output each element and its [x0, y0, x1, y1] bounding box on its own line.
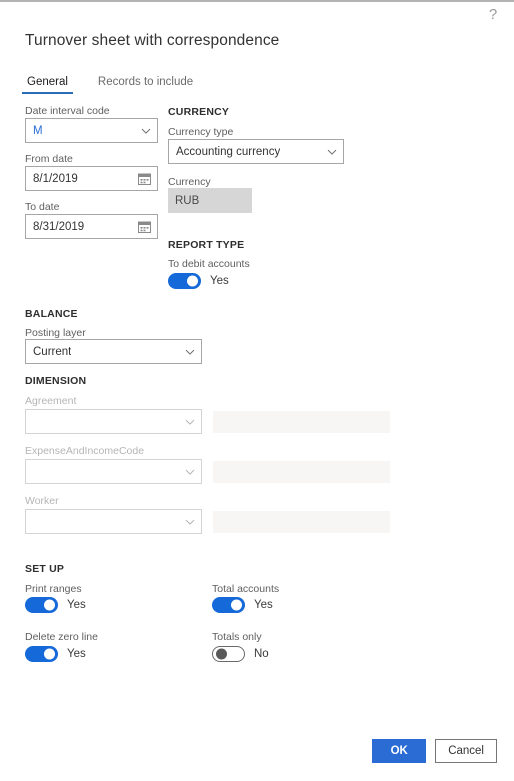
print-ranges-state: Yes [67, 599, 86, 611]
totals-only-toggle[interactable] [212, 646, 245, 662]
setup-section-heading: SET UP [25, 563, 65, 575]
from-date-value: 8/1/2019 [33, 172, 78, 185]
from-date-input[interactable]: 8/1/2019 [25, 166, 158, 191]
total-accounts-label: Total accounts [212, 583, 280, 595]
worker-secondary-field[interactable] [213, 511, 390, 533]
chevron-down-icon [141, 126, 151, 135]
page-title: Turnover sheet with correspondence [25, 32, 280, 49]
toggle-knob [44, 648, 55, 660]
chevron-down-icon [185, 517, 195, 526]
totals-only-toggle-row: No [212, 646, 269, 662]
total-accounts-toggle-row: Yes [212, 597, 273, 613]
tab-bar: General Records to include [21, 74, 199, 94]
currency-readonly-value: RUB [168, 188, 252, 213]
print-ranges-toggle[interactable] [25, 597, 58, 613]
expense-and-income-code-secondary-field[interactable] [213, 461, 390, 483]
agreement-secondary-field[interactable] [213, 411, 390, 433]
from-date-label-wrap: From date [25, 153, 73, 166]
dimension-section-heading: DIMENSION [25, 375, 87, 387]
calendar-icon [138, 220, 151, 233]
calendar-icon [138, 172, 151, 185]
dialog-window: ? Turnover sheet with correspondence Gen… [0, 0, 514, 781]
date-interval-code-label-wrap: Date interval code [25, 105, 110, 118]
total-accounts-toggle[interactable] [212, 597, 245, 613]
tab-general[interactable]: General [21, 74, 74, 94]
expense-and-income-code-label: ExpenseAndIncomeCode [25, 445, 145, 457]
chevron-down-icon [185, 417, 195, 426]
to-date-label-wrap: To date [25, 201, 59, 214]
currency-type-select[interactable]: Accounting currency [168, 139, 344, 164]
report-type-section-heading: REPORT TYPE [168, 239, 245, 251]
balance-section-heading: BALANCE [25, 308, 78, 320]
delete-zero-line-toggle-row: Yes [25, 646, 86, 662]
delete-zero-line-toggle[interactable] [25, 646, 58, 662]
date-interval-code-value: M [33, 124, 43, 137]
chevron-down-icon [327, 147, 337, 156]
to-date-input[interactable]: 8/31/2019 [25, 214, 158, 239]
ok-button[interactable]: OK [372, 739, 427, 763]
agreement-select[interactable] [25, 409, 202, 434]
to-debit-accounts-toggle[interactable] [168, 273, 201, 289]
posting-layer-select[interactable]: Current [25, 339, 202, 364]
totals-only-state: No [254, 648, 269, 660]
dialog-footer: OK Cancel [372, 739, 497, 763]
worker-label: Worker [25, 495, 59, 507]
date-interval-code-label: Date interval code [25, 105, 110, 117]
tab-records-to-include-label: Records to include [97, 76, 194, 88]
to-debit-accounts-toggle-row: Yes [168, 273, 229, 289]
from-date-label: From date [25, 153, 73, 165]
totals-only-label: Totals only [212, 631, 262, 643]
toggle-knob [187, 275, 198, 287]
cancel-button[interactable]: Cancel [435, 739, 497, 763]
total-accounts-state: Yes [254, 599, 273, 611]
posting-layer-value: Current [33, 345, 72, 358]
to-date-label: To date [25, 201, 60, 213]
delete-zero-line-state: Yes [67, 648, 86, 660]
expense-and-income-code-select[interactable] [25, 459, 202, 484]
delete-zero-line-label: Delete zero line [25, 631, 98, 643]
tab-general-label: General [27, 76, 68, 88]
help-icon[interactable]: ? [482, 4, 504, 26]
tab-records-to-include[interactable]: Records to include [92, 74, 199, 94]
agreement-label: Agreement [25, 395, 77, 407]
to-date-value: 8/31/2019 [33, 220, 85, 233]
print-ranges-toggle-row: Yes [25, 597, 86, 613]
currency-section-heading: CURRENCY [168, 106, 230, 118]
chevron-down-icon [185, 347, 195, 356]
window-top-divider [0, 0, 514, 2]
toggle-knob [44, 599, 55, 611]
date-interval-code-select[interactable]: M [25, 118, 158, 143]
toggle-knob [216, 648, 227, 660]
currency-type-value: Accounting currency [176, 145, 281, 158]
worker-select[interactable] [25, 509, 202, 534]
currency-value: RUB [175, 194, 200, 207]
chevron-down-icon [185, 467, 195, 476]
to-debit-accounts-state: Yes [210, 275, 229, 287]
to-debit-accounts-label: To debit accounts [168, 258, 250, 270]
currency-type-label: Currency type [168, 126, 234, 138]
print-ranges-label: Print ranges [25, 583, 82, 595]
toggle-knob [231, 599, 242, 611]
